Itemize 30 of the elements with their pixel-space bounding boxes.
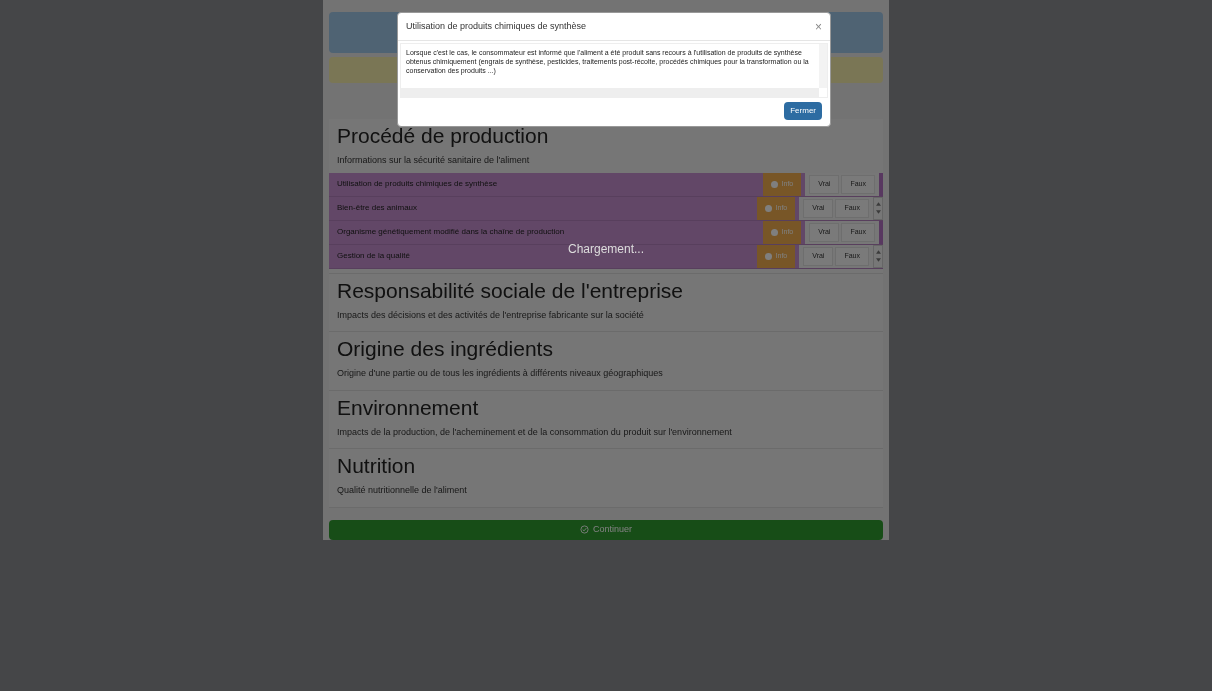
spinner-control[interactable]	[873, 244, 883, 268]
continue-button[interactable]: Continuer	[329, 519, 883, 540]
info-icon	[764, 252, 772, 260]
loading-text: Chargement...	[568, 241, 645, 258]
down-caret-icon	[875, 210, 881, 215]
down-caret-icon	[875, 258, 881, 263]
row-label: Gestion de la qualité	[336, 250, 410, 263]
info-icon	[770, 228, 778, 236]
up-caret-icon	[875, 250, 881, 255]
section-title: Responsabilité sociale de l'entreprise	[336, 277, 685, 304]
spinner-control[interactable]	[873, 196, 883, 220]
section-description: Qualité nutritionnelle de l'aliment	[336, 484, 468, 498]
up-caret-icon	[875, 202, 881, 207]
section-title: Origine des ingrédients	[336, 336, 554, 363]
close-button[interactable]: ×	[815, 20, 822, 33]
section-description: Impacts des décisions et des activités de l'entreprise fabricante sur la société	[336, 308, 645, 322]
section-title: Procédé de production	[336, 123, 550, 150]
close-modal-button[interactable]: Fermer	[784, 102, 822, 120]
row-label: Bien-être des animaux	[336, 202, 418, 215]
section-description: Impacts de la production, de l'acheminement et de la consommation du produit sur l'environnement	[336, 425, 733, 439]
modal-title: Utilisation de produits chimiques de synthèse	[406, 19, 587, 33]
info-icon	[764, 204, 772, 212]
row-label: Organisme génétiquement modifié dans la chaîne de production	[336, 226, 565, 239]
section-title: Environnement	[336, 394, 480, 421]
row-label: Utilisation de produits chimiques de synthèse	[336, 178, 498, 191]
section-title: Nutrition	[336, 453, 417, 480]
section-description: Origine d'une partie ou de tous les ingrédients à différents niveaux géographiques	[336, 367, 664, 381]
info-icon	[770, 180, 778, 188]
check-circle-icon	[580, 525, 589, 535]
section-description: Informations sur la sécurité sanitaire de l'aliment	[336, 154, 531, 168]
